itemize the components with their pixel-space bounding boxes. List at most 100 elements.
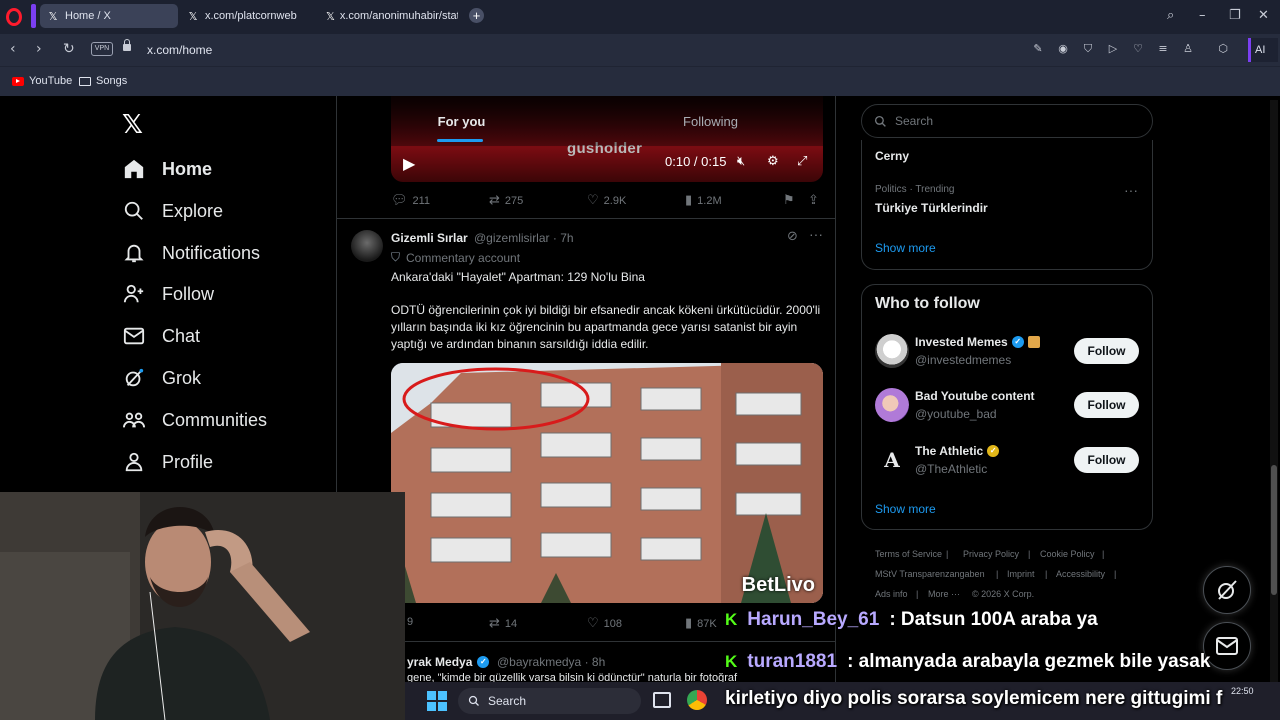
follow-button[interactable]: Follow — [1074, 392, 1139, 418]
search-tabs-icon[interactable]: ⌕ — [1167, 8, 1174, 23]
athletic-logo-icon[interactable]: A — [875, 443, 909, 477]
task-view-icon[interactable] — [653, 692, 671, 708]
tab-platcornweb[interactable]: 𝕏 x.com/platcornweb — [180, 4, 318, 28]
trend-item-name[interactable]: Cerny — [875, 149, 909, 163]
footer-link-accessibility[interactable]: Accessibility — [1056, 569, 1105, 579]
tab-following[interactable]: Following — [586, 96, 835, 146]
suggested-user-name[interactable]: The Athletic ✓ — [915, 444, 1000, 458]
x-logo-icon[interactable]: 𝕏 — [122, 110, 143, 140]
lock-icon[interactable] — [123, 39, 131, 51]
taskbar-clock[interactable]: 22:50 — [1231, 686, 1254, 696]
mute-icon[interactable]: 🔇︎ — [737, 154, 745, 169]
x-favicon-icon: 𝕏 — [326, 9, 335, 23]
nav-item-follow[interactable]: Follow — [122, 279, 214, 309]
more-icon[interactable]: ··· — [809, 226, 823, 242]
trend-item-name[interactable]: Türkiye Türklerindir — [875, 201, 988, 215]
edit-icon[interactable]: ✎ — [1031, 42, 1045, 56]
tweet-author-handle[interactable]: @bayrakmedya · 8h — [497, 655, 605, 669]
heart-icon[interactable]: ♡ — [1131, 42, 1145, 56]
reply-button[interactable]: 💬︎ 211 — [391, 193, 430, 208]
new-tab-button[interactable]: + — [469, 8, 484, 23]
bookmark-button[interactable]: ⚑ — [783, 193, 795, 208]
nav-item-chat[interactable]: Chat — [122, 321, 200, 351]
footer-link-privacy[interactable]: Privacy Policy — [963, 549, 1019, 559]
view-count: 1.2M — [697, 194, 722, 207]
like-button[interactable]: ♡ 108 — [587, 616, 622, 631]
footer-link-imprint[interactable]: Imprint — [1007, 569, 1035, 579]
avatar[interactable] — [351, 230, 383, 262]
follow-button[interactable]: Follow — [1074, 447, 1139, 473]
like-count: 108 — [603, 617, 623, 630]
bookmark-youtube[interactable]: YouTube — [12, 75, 72, 87]
reload-button[interactable]: ↻ — [63, 41, 75, 57]
nav-item-notifications[interactable]: Notifications — [122, 238, 260, 268]
forward-button[interactable]: › — [36, 41, 42, 57]
search-input[interactable]: Search — [861, 104, 1153, 138]
scrollbar-thumb[interactable] — [1271, 465, 1277, 595]
footer-link-mstv[interactable]: MStV Transparenzangaben — [875, 569, 985, 579]
nav-item-communities[interactable]: Communities — [122, 405, 267, 435]
grok-floating-button[interactable] — [1203, 566, 1251, 614]
tab-home-x[interactable]: 𝕏 Home / X — [40, 4, 178, 28]
show-more-link[interactable]: Show more — [875, 241, 936, 255]
views-button[interactable]: ▮ 87K — [685, 616, 717, 631]
x-favicon-icon: 𝕏 — [188, 9, 198, 23]
suggested-user-handle[interactable]: @youtube_bad — [915, 407, 997, 421]
minimize-button[interactable]: – — [1199, 8, 1206, 23]
repost-button[interactable]: ⇄ 14 — [489, 616, 517, 631]
cube-icon[interactable]: ⬡ — [1216, 42, 1230, 56]
share-button[interactable]: ⇪ — [808, 193, 819, 208]
chat-username: turan1881 — [747, 651, 838, 672]
tweet-image[interactable]: BetLivo — [391, 363, 823, 603]
show-more-link[interactable]: Show more — [875, 502, 936, 516]
views-button[interactable]: ▮ 1.2M — [685, 193, 722, 208]
maximize-button[interactable]: ❐ — [1229, 8, 1241, 23]
page-scrollbar[interactable] — [1270, 100, 1278, 700]
suggested-user-name[interactable]: Invested Memes ✓ — [915, 335, 1040, 349]
url-field[interactable]: x.com/home — [147, 43, 212, 57]
settings-icon[interactable]: ⚙ — [767, 154, 779, 169]
suggested-user-handle[interactable]: @investedmemes — [915, 353, 1011, 367]
footer-link-cookie[interactable]: Cookie Policy — [1040, 549, 1095, 559]
ai-button[interactable]: AI — [1248, 38, 1278, 62]
vpn-badge[interactable]: VPN — [91, 42, 113, 56]
back-button[interactable]: ‹ — [10, 41, 16, 57]
avatar[interactable] — [875, 334, 909, 368]
profile-icon[interactable]: ♙ — [1181, 42, 1195, 56]
play-icon[interactable]: ▶ — [403, 154, 415, 174]
tweet-author-name[interactable]: yrak Medya ✓ — [407, 655, 490, 669]
suggested-user-handle[interactable]: @TheAthletic — [915, 462, 987, 476]
trend-item-category: Politics · Trending — [875, 184, 955, 195]
like-button[interactable]: ♡ 2.9K — [587, 193, 626, 208]
tweet-author-name[interactable]: Gizemli Sırlar — [391, 231, 468, 245]
more-icon[interactable]: ··· — [1124, 182, 1138, 198]
close-window-button[interactable]: ✕ — [1258, 8, 1269, 23]
tab-anonimuhabir[interactable]: 𝕏 x.com/anonimuhabir/statu — [320, 4, 458, 28]
nav-item-profile[interactable]: Profile — [122, 447, 213, 477]
tab-for-you[interactable]: For you — [337, 96, 586, 146]
shield-icon[interactable]: ⛉ — [1081, 42, 1095, 56]
footer-link-ads[interactable]: Ads info — [875, 589, 908, 599]
nav-item-explore[interactable]: Explore — [122, 196, 223, 226]
bookmark-songs[interactable]: Songs — [79, 75, 127, 87]
play-icon[interactable]: ▷ — [1106, 42, 1120, 56]
nav-item-home[interactable]: Home — [122, 154, 212, 184]
tweet-author-handle[interactable]: @gizemlisirlar · 7h — [474, 231, 574, 245]
avatar[interactable] — [875, 388, 909, 422]
opera-logo-icon[interactable] — [6, 8, 22, 26]
windows-start-icon[interactable] — [427, 691, 447, 711]
footer-link-more[interactable]: More ··· — [928, 589, 960, 599]
camera-icon[interactable]: ◉ — [1056, 42, 1070, 56]
nav-item-grok[interactable]: Grok — [122, 363, 201, 393]
chrome-icon[interactable] — [687, 690, 707, 710]
suggested-user-name[interactable]: Bad Youtube content — [915, 389, 1035, 403]
repost-button[interactable]: ⇄ 275 — [489, 193, 523, 208]
reply-button[interactable]: 9 — [407, 616, 413, 628]
taskbar-search[interactable]: Search — [458, 688, 641, 714]
fullscreen-icon[interactable]: ⤢ — [797, 154, 807, 169]
menu-icon[interactable]: ≡ — [1156, 42, 1170, 56]
footer-link-terms[interactable]: Terms of Service — [875, 549, 942, 559]
grok-icon[interactable]: ⊘ — [787, 229, 798, 244]
follow-button[interactable]: Follow — [1074, 338, 1139, 364]
nav-label: Communities — [162, 409, 268, 430]
